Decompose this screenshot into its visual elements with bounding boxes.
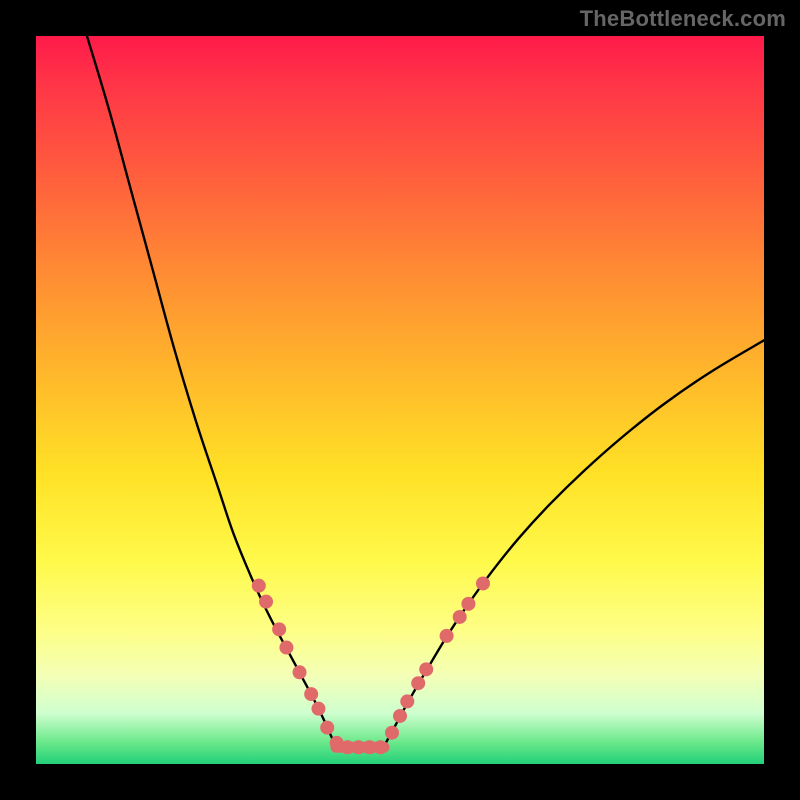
data-dot — [293, 665, 307, 679]
data-dot — [411, 676, 425, 690]
data-dot — [373, 740, 387, 754]
data-dot — [259, 595, 273, 609]
data-dot — [419, 662, 433, 676]
data-dot — [400, 694, 414, 708]
data-dot — [385, 726, 399, 740]
plot-area — [36, 36, 764, 764]
data-dot — [320, 721, 334, 735]
data-dot — [304, 687, 318, 701]
left-curve — [87, 36, 335, 744]
data-dot — [393, 709, 407, 723]
right-curve — [385, 340, 764, 743]
curve-layer — [36, 36, 764, 764]
data-dot — [311, 702, 325, 716]
data-dots — [252, 576, 490, 754]
chart-frame: TheBottleneck.com — [0, 0, 800, 800]
data-dot — [252, 579, 266, 593]
watermark-text: TheBottleneck.com — [580, 6, 786, 32]
data-dot — [453, 610, 467, 624]
data-dot — [440, 629, 454, 643]
data-dot — [279, 641, 293, 655]
data-dot — [272, 622, 286, 636]
data-dot — [461, 597, 475, 611]
data-dot — [476, 576, 490, 590]
